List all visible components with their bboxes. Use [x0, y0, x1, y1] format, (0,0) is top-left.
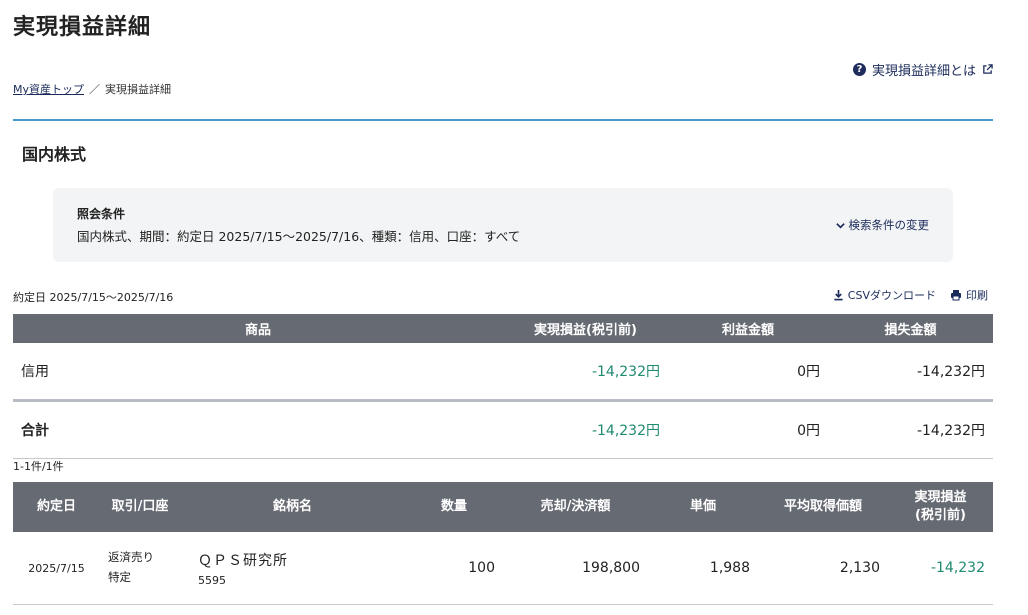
detail-qty: 100: [405, 532, 503, 605]
conditions-text: 国内株式、期間：約定日 2025/7/15〜2025/7/16、種類：信用、口座…: [77, 229, 521, 244]
detail-date: 2025/7/15: [13, 532, 100, 605]
change-conditions-label: 検索条件の変更: [848, 218, 930, 232]
help-link-label: 実現損益詳細とは: [871, 64, 976, 79]
print-label: 印刷: [966, 289, 988, 302]
csv-download-label: CSVダウンロード: [847, 289, 936, 302]
breadcrumb-separator: ／: [89, 83, 101, 96]
csv-download-button[interactable]: CSVダウンロード: [833, 287, 936, 303]
detail-table: 約定日 取引/口座 銘柄名 数量 売却/決済額 単価 平均取得価額 実現損益 (…: [13, 482, 993, 605]
external-link-icon: [983, 64, 993, 74]
change-conditions-button[interactable]: 検索条件の変更: [835, 217, 930, 233]
summary-product: 信用: [13, 343, 503, 402]
breadcrumb: My資産トップ ／ 実現損益詳細: [13, 81, 171, 97]
summary-header-loss: 損失金額: [828, 314, 993, 343]
period-label: 約定日 2025/7/15〜2025/7/16: [13, 291, 174, 304]
section-divider: [13, 119, 993, 121]
download-icon: [834, 289, 843, 301]
detail-header-row: 約定日 取引/口座 銘柄名 数量 売却/決済額 単価 平均取得価額 実現損益 (…: [13, 482, 993, 532]
detail-header-avg: 平均取得価額: [758, 482, 888, 532]
detail-name-cell: ＱＰＳ研究所 5595: [180, 532, 405, 605]
chevron-down-icon: [835, 222, 845, 229]
result-count: 1-1件/1件: [13, 460, 64, 473]
summary-header-product: 商品: [13, 314, 503, 343]
detail-row: 2025/7/15 返済売り 特定 ＱＰＳ研究所 5595 100 198,80…: [13, 532, 993, 605]
summary-table: 商品 実現損益(税引前) 利益金額 損失金額 信用 -14,232円 0円 -1…: [13, 314, 993, 459]
summary-total-profit: 0円: [668, 400, 828, 459]
summary-header-realized: 実現損益(税引前): [503, 314, 668, 343]
page-title: 実現損益詳細: [13, 15, 152, 40]
detail-header-pl-line1: 実現損益: [914, 490, 967, 506]
detail-header-amount: 売却/決済額: [503, 482, 648, 532]
detail-price: 1,988: [648, 532, 758, 605]
help-link[interactable]: ? 実現損益詳細とは: [852, 60, 993, 79]
summary-total-row: 合計 -14,232円 0円 -14,232円: [13, 400, 993, 459]
detail-header-date: 約定日: [13, 482, 100, 532]
breadcrumb-home-link[interactable]: My資産トップ: [13, 81, 84, 97]
summary-header-row: 商品 実現損益(税引前) 利益金額 損失金額: [13, 314, 993, 343]
detail-pl: -14,232: [888, 532, 993, 605]
summary-total-label: 合計: [13, 400, 503, 459]
detail-account-type: 特定: [108, 570, 131, 584]
detail-header-trade: 取引/口座: [100, 482, 180, 532]
detail-header-pl-line2: (税引前): [915, 508, 966, 523]
search-conditions-panel: 照会条件 国内株式、期間：約定日 2025/7/15〜2025/7/16、種類：…: [53, 188, 953, 262]
summary-total-realized: -14,232円: [503, 400, 668, 459]
detail-header-price: 単価: [648, 482, 758, 532]
detail-header-pl: 実現損益 (税引前): [888, 482, 993, 532]
summary-row: 信用 -14,232円 0円 -14,232円: [13, 343, 993, 402]
detail-avg-price: 2,130: [758, 532, 888, 605]
detail-stock-code: 5595: [198, 573, 226, 587]
detail-stock-name[interactable]: ＱＰＳ研究所: [188, 550, 397, 570]
detail-header-name: 銘柄名: [180, 482, 405, 532]
print-icon: [951, 290, 961, 301]
summary-header-profit: 利益金額: [668, 314, 828, 343]
print-button[interactable]: 印刷: [950, 287, 988, 303]
summary-total-loss: -14,232円: [828, 400, 993, 459]
detail-trade-cell: 返済売り 特定: [100, 532, 180, 605]
help-icon: ?: [852, 63, 866, 76]
detail-trade-type: 返済売り: [108, 550, 154, 565]
summary-loss: -14,232円: [828, 343, 993, 402]
summary-realized: -14,232円: [503, 343, 668, 402]
conditions-label: 照会条件: [77, 207, 126, 221]
section-title: 国内株式: [22, 145, 87, 164]
summary-profit: 0円: [668, 343, 828, 402]
detail-amount: 198,800: [503, 532, 648, 605]
breadcrumb-current: 実現損益詳細: [105, 83, 172, 96]
actions-bar: CSVダウンロード 印刷: [833, 287, 988, 303]
detail-header-qty: 数量: [405, 482, 503, 532]
